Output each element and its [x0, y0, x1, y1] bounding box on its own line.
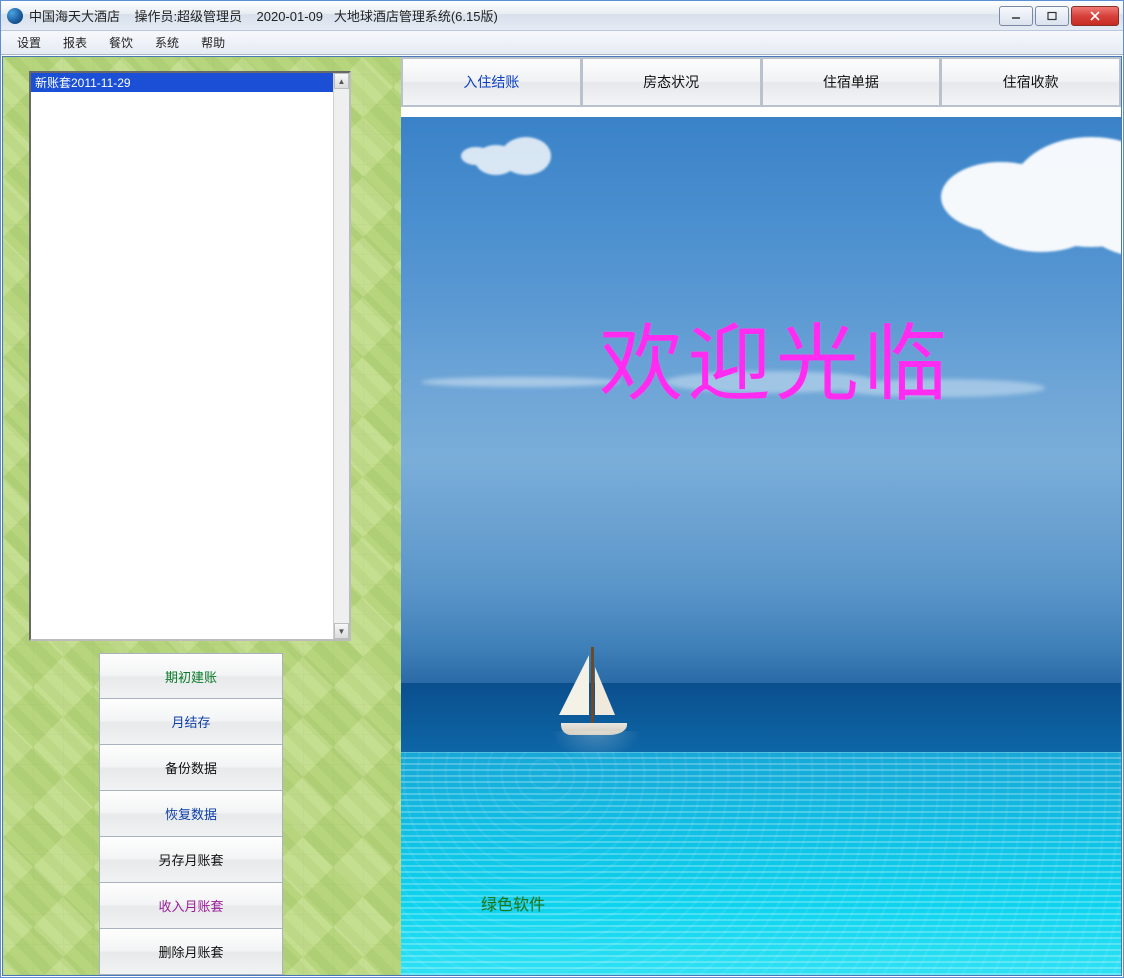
menu-help[interactable]: 帮助 [191, 32, 235, 53]
cloud-icon [941, 162, 1061, 232]
tab-checkin-billing[interactable]: 入住结账 [401, 57, 582, 107]
watermark-text: 绿色软件 [481, 891, 545, 915]
scroll-down-icon[interactable]: ▼ [334, 623, 349, 639]
client-area: 新账套2011-11-29 ▲ ▼ 期初建账 月结存 备份数据 恢复数据 另存月… [2, 56, 1122, 976]
cloud-icon [461, 147, 491, 165]
main-area: 入住结账 房态状况 住宿单据 住宿收款 欢迎光临 [401, 57, 1121, 975]
background-scene: 欢迎光临 绿色软件 [401, 117, 1121, 975]
btn-saveas-month[interactable]: 另存月账套 [99, 837, 283, 883]
btn-initial-account[interactable]: 期初建账 [99, 653, 283, 699]
menubar: 设置 报表 餐饮 系统 帮助 [1, 31, 1123, 55]
maximize-button[interactable] [1035, 6, 1069, 26]
tab-lodging-docs[interactable]: 住宿单据 [762, 57, 942, 107]
account-listbox[interactable]: 新账套2011-11-29 ▲ ▼ [29, 71, 351, 641]
menu-system[interactable]: 系统 [145, 32, 189, 53]
cloud-icon [421, 377, 621, 387]
tab-lodging-payments[interactable]: 住宿收款 [941, 57, 1121, 107]
tab-room-status[interactable]: 房态状况 [582, 57, 762, 107]
menu-reports[interactable]: 报表 [53, 32, 97, 53]
btn-income-month[interactable]: 收入月账套 [99, 883, 283, 929]
welcome-text: 欢迎光临 [599, 297, 951, 418]
side-panel: 新账套2011-11-29 ▲ ▼ 期初建账 月结存 备份数据 恢复数据 另存月… [3, 57, 401, 975]
btn-delete-month[interactable]: 删除月账套 [99, 929, 283, 975]
app-window: 中国海天大酒店 操作员:超级管理员 2020-01-09 大地球酒店管理系统(6… [0, 0, 1124, 978]
btn-backup[interactable]: 备份数据 [99, 745, 283, 791]
window-title: 中国海天大酒店 操作员:超级管理员 2020-01-09 大地球酒店管理系统(6… [29, 6, 999, 25]
close-button[interactable] [1071, 6, 1119, 26]
list-item[interactable]: 新账套2011-11-29 [31, 73, 333, 92]
menu-dining[interactable]: 餐饮 [99, 32, 143, 53]
scrollbar[interactable]: ▲ ▼ [333, 73, 349, 639]
scroll-up-icon[interactable]: ▲ [334, 73, 349, 89]
top-tabs: 入住结账 房态状况 住宿单据 住宿收款 [401, 57, 1121, 107]
btn-restore[interactable]: 恢复数据 [99, 791, 283, 837]
minimize-button[interactable] [999, 6, 1033, 26]
titlebar: 中国海天大酒店 操作员:超级管理员 2020-01-09 大地球酒店管理系统(6… [1, 1, 1123, 31]
menu-settings[interactable]: 设置 [7, 32, 51, 53]
side-buttons: 期初建账 月结存 备份数据 恢复数据 另存月账套 收入月账套 删除月账套 [99, 653, 283, 975]
app-icon [7, 8, 23, 24]
account-list[interactable]: 新账套2011-11-29 [31, 73, 333, 639]
btn-month-close[interactable]: 月结存 [99, 699, 283, 745]
window-controls [999, 6, 1119, 26]
